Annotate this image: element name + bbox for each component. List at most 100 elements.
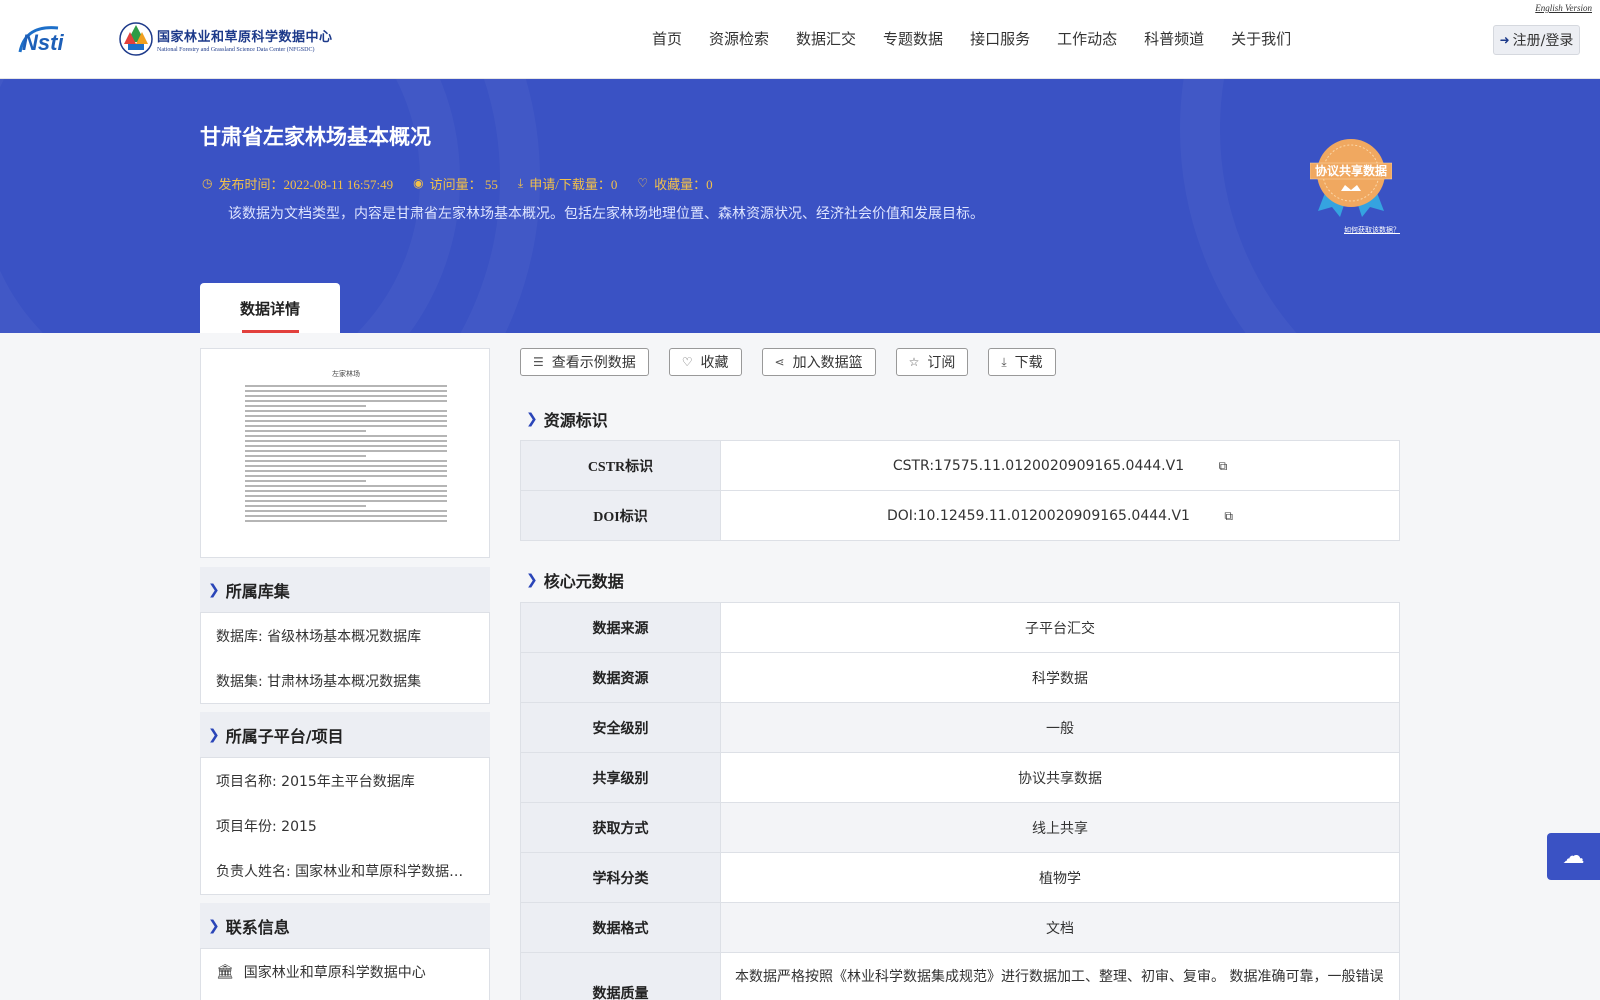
core-metadata-heading-text: 核心元数据: [543, 572, 624, 591]
tab-data-details[interactable]: 数据详情: [200, 283, 340, 333]
doc-preview-line: [245, 425, 447, 427]
metadata-key: 学科分类: [520, 852, 721, 903]
doc-preview-line: [245, 395, 447, 397]
nsti-logo[interactable]: Nsti: [18, 22, 98, 56]
logo-cn-text: 国家林业和草原科学数据中心: [157, 29, 333, 45]
contact-heading-text: 联系信息: [225, 918, 290, 937]
chevron-right-icon: ❯: [208, 918, 220, 934]
page-title: 甘肃省左家林场基本概况: [200, 125, 431, 149]
data-banner: 甘肃省左家林场基本概况 ◷ 发布时间：2022-08-11 16:57:49 ◉…: [0, 79, 1600, 333]
chevron-right-icon: ❯: [208, 582, 220, 598]
english-version-link[interactable]: English Version: [1535, 3, 1592, 13]
login-button[interactable]: ➜ 注册/登录: [1493, 25, 1580, 55]
doc-preview-line: [245, 520, 447, 522]
doc-preview-line: [245, 415, 447, 417]
contact-org-text: 国家林业和草原科学数据中心: [243, 964, 426, 981]
doc-preview-line: [245, 460, 447, 462]
collection-database[interactable]: 数据库: 省级林场基本概况数据库: [216, 613, 489, 658]
visit-count-text: 访问量： 55: [429, 177, 498, 192]
project-year: 项目年份: 2015: [216, 803, 489, 848]
tab-label: 数据详情: [239, 299, 300, 318]
metadata-key: 数据资源: [520, 652, 721, 703]
tab-active-indicator: [242, 330, 299, 333]
download-button[interactable]: ⤓ 下载: [988, 348, 1056, 376]
protocol-share-badge-icon: 协议共享数据: [1310, 139, 1392, 217]
subscribe-label: 订阅: [927, 355, 956, 371]
doc-preview-line: [245, 485, 447, 487]
metadata-key: 安全级别: [520, 702, 721, 753]
download-count: ⤓ 申请/下载量：0: [518, 174, 617, 193]
project-name: 项目名称: 2015年主平台数据库: [216, 758, 489, 803]
doc-preview-line: [245, 405, 367, 407]
nfgsdc-emblem-icon: [119, 22, 153, 56]
online-support-button[interactable]: ☁: [1547, 833, 1600, 880]
share-icon: ⋖: [774, 355, 785, 369]
metadata-value: 本数据严格按照《林业科学数据集成规范》进行数据加工、整理、初审、复审。 数据准确…: [720, 952, 1400, 1000]
table-row: 数据来源 子平台汇交: [520, 602, 1400, 653]
doc-preview-line: [245, 490, 447, 492]
contact-heading: ❯ 联系信息: [200, 903, 490, 949]
metadata-value: 文档: [720, 902, 1400, 953]
doc-preview-lines: [245, 385, 447, 522]
doi-value: DOI:10.12459.11.0120020909165.0444.V1: [887, 507, 1190, 524]
doc-preview-line: [245, 410, 447, 412]
visit-count: ◉ 访问量： 55: [413, 174, 498, 193]
table-row: 共享级别 协议共享数据: [520, 752, 1400, 803]
nav-home[interactable]: 首页: [652, 28, 682, 49]
bank-icon: 🏛: [216, 963, 234, 980]
svg-text:Nsti: Nsti: [22, 30, 64, 55]
nav-popular-science[interactable]: 科普频道: [1144, 28, 1204, 49]
heart-icon: ♡: [637, 176, 649, 190]
data-meta: ◷ 发布时间：2022-08-11 16:57:49 ◉ 访问量： 55 ⤓ 申…: [202, 174, 733, 193]
doc-preview-line: [245, 500, 447, 502]
project-heading: ❯ 所属子平台/项目: [200, 712, 490, 758]
table-row: 获取方式 线上共享: [520, 802, 1400, 853]
metadata-key: 获取方式: [520, 802, 721, 853]
doc-preview-line: [245, 385, 447, 387]
metadata-key: 数据来源: [520, 602, 721, 653]
clock-icon: ◷: [202, 176, 213, 190]
nav-about-us[interactable]: 关于我们: [1231, 28, 1291, 49]
view-sample-data-button[interactable]: ☰ 查看示例数据: [520, 348, 649, 376]
document-preview: 左家林场: [245, 369, 447, 539]
copy-icon[interactable]: ⧉: [1224, 509, 1233, 524]
doc-preview-line: [245, 450, 447, 452]
document-thumbnail[interactable]: 左家林场: [200, 348, 490, 558]
nav-api-service[interactable]: 接口服务: [970, 28, 1030, 49]
nav-data-submission[interactable]: 数据汇交: [796, 28, 856, 49]
logo-en-text: National Forestry and Grassland Science …: [157, 46, 315, 53]
nav-topic-data[interactable]: 专题数据: [883, 28, 943, 49]
subscribe-button[interactable]: ☆ 订阅: [895, 348, 969, 376]
doi-key: DOI标识: [520, 490, 721, 541]
collection-list: 数据库: 省级林场基本概况数据库 数据集: 甘肃林场基本概况数据集: [200, 612, 490, 704]
metadata-key: 共享级别: [520, 752, 721, 803]
nfgsdc-logo[interactable]: 国家林业和草原科学数据中心 National Forestry and Gras…: [118, 20, 333, 58]
doc-preview-line: [245, 495, 447, 497]
metadata-value: 植物学: [720, 852, 1400, 903]
cstr-key: CSTR标识: [520, 440, 721, 491]
identifiers-heading-text: 资源标识: [543, 411, 608, 430]
nav-news[interactable]: 工作动态: [1057, 28, 1117, 49]
identifiers-heading: ❯ 资源标识: [526, 407, 608, 431]
collection-heading: ❯ 所属库集: [200, 567, 490, 613]
metadata-key: 数据质量: [520, 952, 721, 1000]
doi-value-cell: DOI:10.12459.11.0120020909165.0444.V1 ⧉: [720, 490, 1400, 541]
collection-dataset[interactable]: 数据集: 甘肃林场基本概况数据集: [216, 658, 489, 703]
how-to-get-data-link[interactable]: 如何获取该数据？: [1344, 225, 1400, 235]
metadata-key: 数据格式: [520, 902, 721, 953]
add-to-basket-button[interactable]: ⋖ 加入数据篮: [761, 348, 876, 376]
doc-preview-line: [245, 435, 447, 437]
nav-resource-search[interactable]: 资源检索: [709, 28, 769, 49]
metadata-value: 线上共享: [720, 802, 1400, 853]
qq-chat-icon: ☁: [1562, 844, 1585, 869]
copy-icon[interactable]: ⧉: [1219, 459, 1228, 474]
collection-heading-text: 所属库集: [225, 582, 290, 601]
doc-preview-line: [245, 440, 447, 442]
download-icon: ⤓: [517, 176, 524, 190]
table-row: 学科分类 植物学: [520, 852, 1400, 903]
cstr-value: CSTR:17575.11.0120020909165.0444.V1: [892, 457, 1185, 474]
doc-preview-line: [245, 515, 447, 517]
publish-time: ◷ 发布时间：2022-08-11 16:57:49: [202, 174, 393, 193]
favorite-button[interactable]: ♡ 收藏: [668, 348, 742, 376]
favorite-count: ♡ 收藏量：0: [637, 174, 712, 193]
